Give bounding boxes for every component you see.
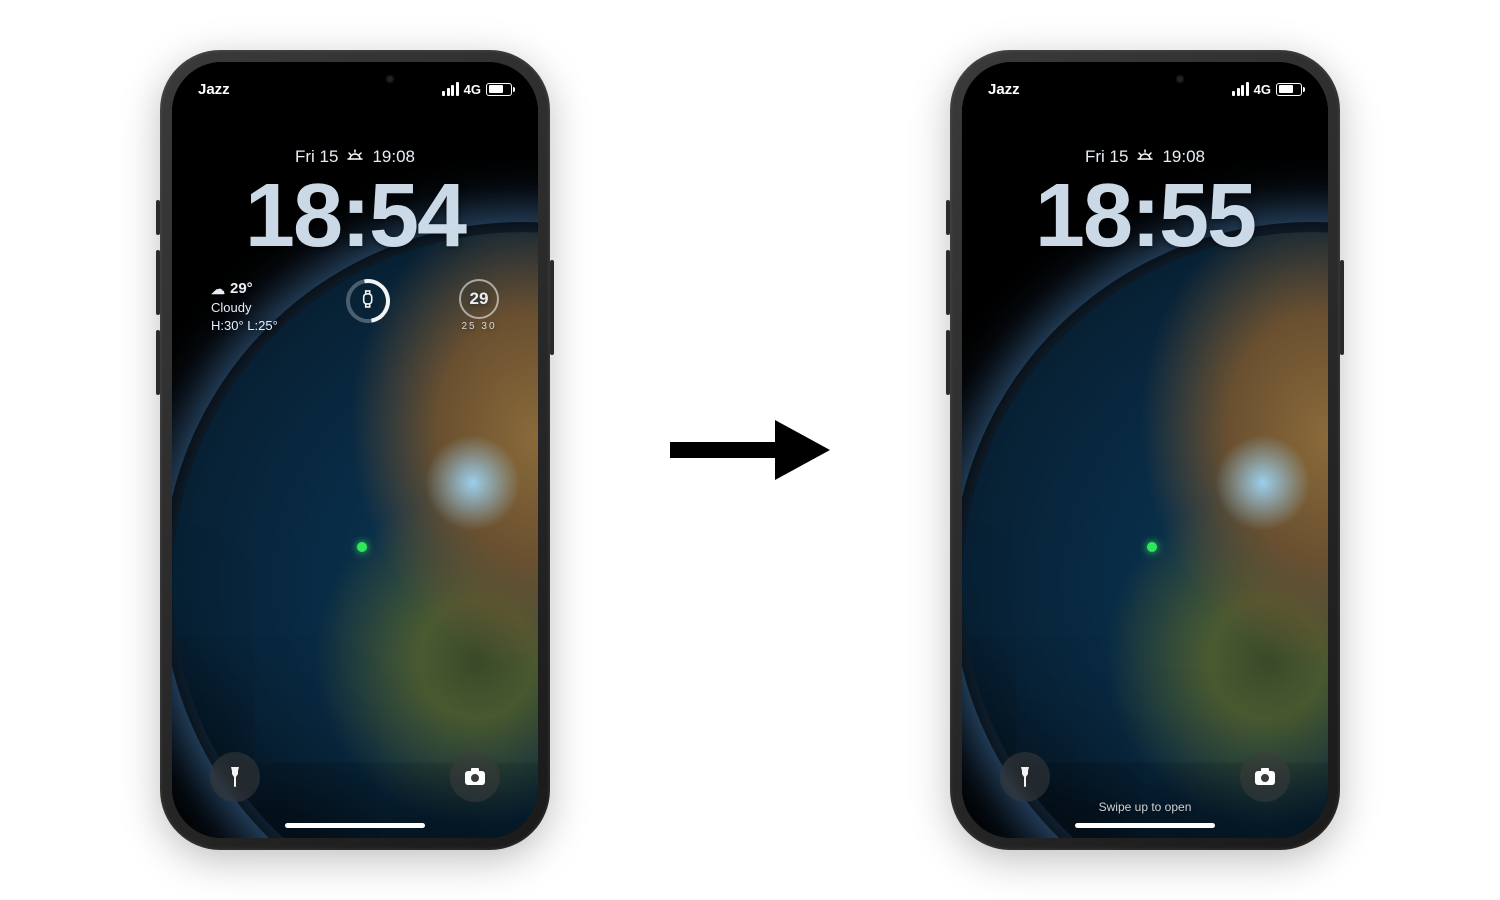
network-label: 4G — [464, 82, 481, 97]
swipe-hint: Swipe up to open — [962, 800, 1328, 814]
battery-icon — [1276, 83, 1302, 96]
location-dot-icon — [357, 542, 367, 552]
date-row[interactable]: Fri 15 19:08 — [295, 147, 415, 167]
weather-hilo: H:30° L:25° — [211, 317, 278, 335]
signal-icon — [1232, 82, 1249, 96]
watch-icon — [361, 289, 375, 314]
weather-temp: 29° — [230, 279, 253, 299]
camera-button[interactable] — [1240, 752, 1290, 802]
home-indicator[interactable] — [285, 823, 425, 828]
camera-button[interactable] — [450, 752, 500, 802]
date-label: Fri 15 — [295, 147, 338, 167]
sunset-icon — [1136, 148, 1154, 166]
widgets-row: ☁ 29° Cloudy H:30° L:25° 29 25 30 — [205, 279, 505, 334]
sunset-time: 19:08 — [372, 147, 415, 167]
lock-screen[interactable]: Jazz 4G Fri 15 19:08 18:54 — [172, 62, 538, 838]
volume-down-button[interactable] — [156, 330, 160, 395]
signal-icon — [442, 82, 459, 96]
mute-switch[interactable] — [156, 200, 160, 235]
calendar-widget[interactable]: 29 25 30 — [459, 279, 499, 332]
phone-right: Jazz 4G Fri 15 19:08 18:55 — [950, 50, 1340, 850]
volume-up-button[interactable] — [156, 250, 160, 315]
date-row[interactable]: Fri 15 19:08 — [1085, 147, 1205, 167]
calendar-day: 29 — [470, 289, 489, 309]
notch — [1070, 62, 1220, 96]
sunset-icon — [346, 148, 364, 166]
notch — [280, 62, 430, 96]
date-label: Fri 15 — [1085, 147, 1128, 167]
power-button[interactable] — [550, 260, 554, 355]
weather-cond: Cloudy — [211, 299, 278, 317]
network-label: 4G — [1254, 82, 1271, 97]
lock-time[interactable]: 18:55 — [1035, 171, 1255, 261]
flashlight-button[interactable] — [210, 752, 260, 802]
arrow-icon — [670, 420, 830, 480]
flashlight-button[interactable] — [1000, 752, 1050, 802]
cloud-icon: ☁ — [211, 280, 225, 299]
calendar-range: 25 30 — [459, 321, 499, 332]
phone-left: Jazz 4G Fri 15 19:08 18:54 — [160, 50, 550, 850]
battery-icon — [486, 83, 512, 96]
carrier-label: Jazz — [988, 81, 1020, 98]
battery-widget[interactable] — [346, 279, 390, 323]
weather-widget[interactable]: ☁ 29° Cloudy H:30° L:25° — [211, 279, 278, 334]
mute-switch[interactable] — [946, 200, 950, 235]
location-dot-icon — [1147, 542, 1157, 552]
lock-time[interactable]: 18:54 — [245, 171, 465, 261]
volume-up-button[interactable] — [946, 250, 950, 315]
volume-down-button[interactable] — [946, 330, 950, 395]
carrier-label: Jazz — [198, 81, 230, 98]
sunset-time: 19:08 — [1162, 147, 1205, 167]
lock-screen[interactable]: Jazz 4G Fri 15 19:08 18:55 — [962, 62, 1328, 838]
home-indicator[interactable] — [1075, 823, 1215, 828]
power-button[interactable] — [1340, 260, 1344, 355]
